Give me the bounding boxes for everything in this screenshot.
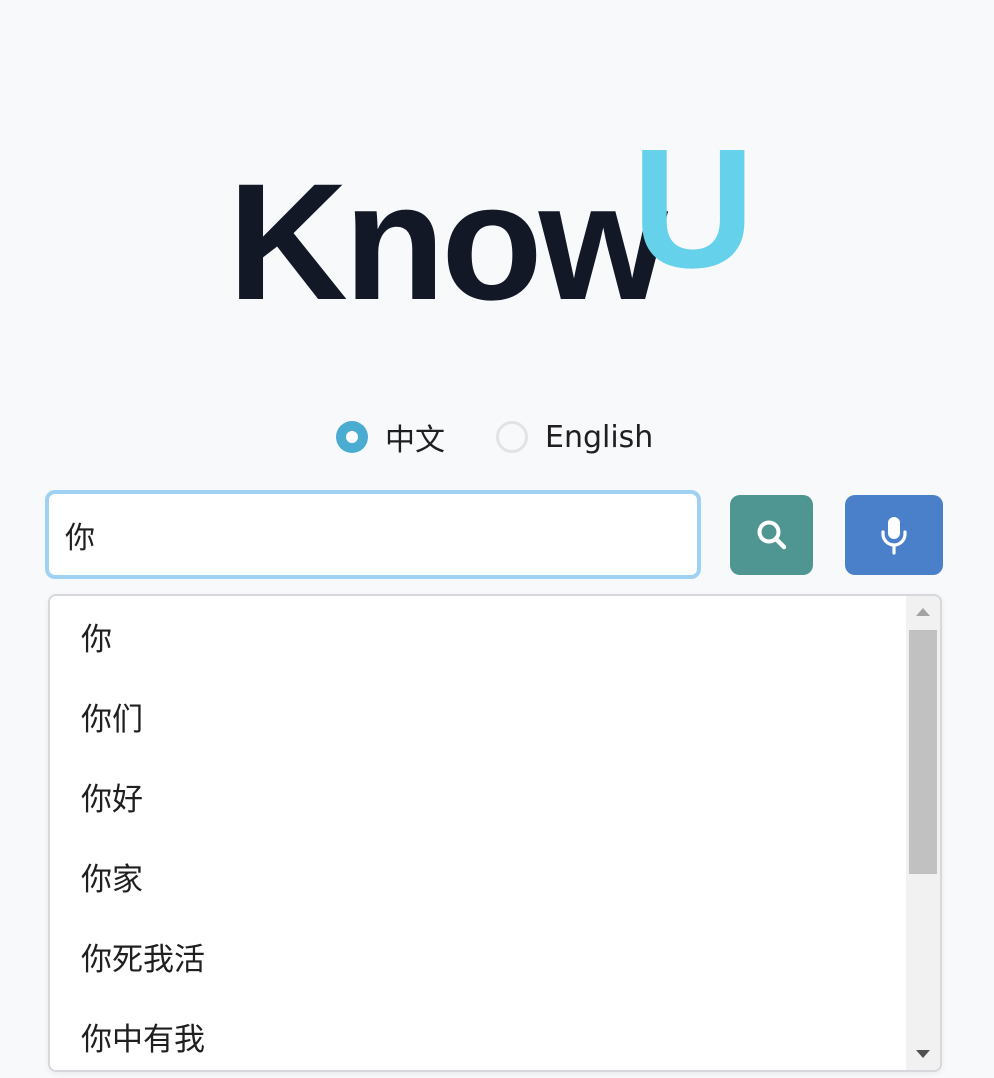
logo-u-text: U xyxy=(632,114,755,304)
suggestion-list: 你 你们 你好 你家 你死我活 你中有我 xyxy=(50,596,906,1070)
suggestion-item[interactable]: 你 xyxy=(50,596,906,676)
scroll-down-arrow-icon[interactable] xyxy=(906,1038,940,1070)
logo: Know U xyxy=(0,124,994,326)
page: Know U 中文 English 你 你们 你好 xyxy=(0,0,994,1078)
suggestion-item[interactable]: 你好 xyxy=(50,756,906,836)
suggestion-item[interactable]: 你家 xyxy=(50,836,906,916)
search-button[interactable] xyxy=(730,495,813,575)
microphone-icon xyxy=(881,517,907,555)
radio-label-chinese: 中文 xyxy=(385,423,445,458)
scroll-up-arrow-icon[interactable] xyxy=(906,596,940,628)
radio-button-english-unchecked[interactable] xyxy=(496,421,528,453)
suggestion-item[interactable]: 你死我活 xyxy=(50,916,906,996)
language-radio-group: 中文 English xyxy=(0,416,994,458)
search-input[interactable] xyxy=(45,490,701,579)
suggestion-item[interactable]: 你们 xyxy=(50,676,906,756)
radio-option-chinese[interactable]: 中文 xyxy=(336,416,445,458)
dropdown-scrollbar[interactable] xyxy=(906,596,940,1070)
radio-button-chinese-checked[interactable] xyxy=(336,421,368,453)
voice-input-button[interactable] xyxy=(845,495,943,575)
suggestion-item[interactable]: 你中有我 xyxy=(50,996,906,1070)
autocomplete-dropdown: 你 你们 你好 你家 你死我活 你中有我 xyxy=(48,594,942,1072)
logo-know-text: Know xyxy=(228,150,668,335)
search-icon xyxy=(757,520,786,550)
radio-option-english[interactable]: English xyxy=(496,416,653,458)
scrollbar-thumb[interactable] xyxy=(909,630,937,874)
radio-label-english: English xyxy=(545,419,654,455)
